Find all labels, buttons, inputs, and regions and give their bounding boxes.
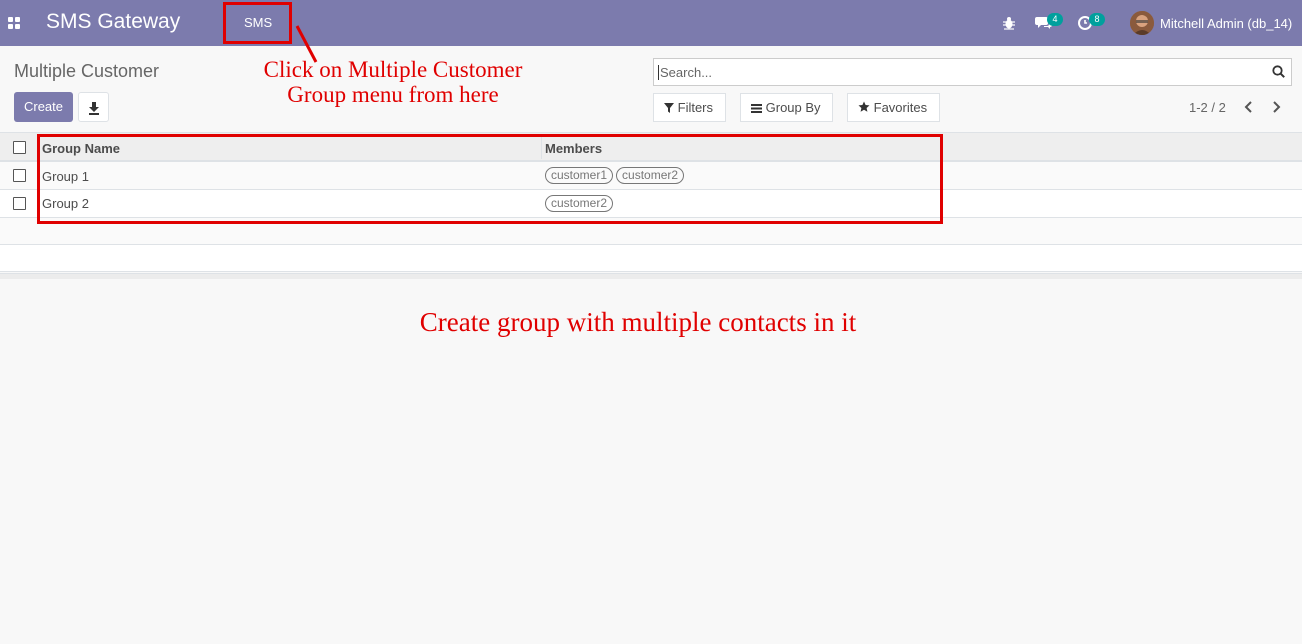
pager-value[interactable]: 1-2 / 2 bbox=[1189, 100, 1226, 115]
top-navbar: SMS Gateway SMS 4 8 Mitchell Admin (db_1… bbox=[0, 0, 1302, 46]
annotation-menu-hint-line2: Group menu from here bbox=[287, 82, 499, 107]
group-by-button[interactable]: Group By bbox=[740, 93, 833, 122]
search-input[interactable]: Search... bbox=[658, 65, 712, 80]
empty-row bbox=[0, 245, 1302, 272]
messages-count-badge: 4 bbox=[1047, 13, 1063, 26]
pager-previous-icon[interactable] bbox=[1244, 100, 1254, 117]
group-by-label: Group By bbox=[765, 100, 821, 115]
annotation-bottom-hint: Create group with multiple contacts in i… bbox=[419, 307, 857, 337]
filters-label: Filters bbox=[677, 100, 714, 115]
search-bar[interactable]: Search... bbox=[653, 58, 1292, 86]
annotation-highlight-menu bbox=[223, 2, 292, 44]
favorites-button[interactable]: Favorites bbox=[847, 93, 940, 122]
annotation-highlight-list bbox=[37, 134, 943, 224]
apps-menu-icon[interactable] bbox=[8, 17, 20, 29]
activities-count-badge: 8 bbox=[1089, 13, 1105, 26]
favorites-label: Favorites bbox=[873, 100, 928, 115]
annotation-menu-hint-line1: Click on Multiple Customer bbox=[263, 57, 523, 82]
app-title: SMS Gateway bbox=[46, 10, 181, 33]
user-menu-name[interactable]: Mitchell Admin (db_14) bbox=[1160, 16, 1292, 31]
list-bars-icon bbox=[751, 104, 762, 113]
list-footer bbox=[0, 273, 1302, 279]
export-button[interactable] bbox=[78, 92, 109, 122]
search-icon[interactable] bbox=[1272, 65, 1285, 81]
create-button[interactable]: Create bbox=[14, 92, 73, 122]
row-checkbox[interactable] bbox=[13, 197, 26, 210]
pager-next-icon[interactable] bbox=[1271, 100, 1281, 117]
user-avatar[interactable] bbox=[1130, 11, 1154, 35]
filter-icon bbox=[664, 103, 674, 113]
row-checkbox[interactable] bbox=[13, 169, 26, 182]
filters-button[interactable]: Filters bbox=[653, 93, 726, 122]
annotation-menu-hint: Click on Multiple Customer Group menu fr… bbox=[240, 57, 546, 107]
select-all-checkbox[interactable] bbox=[13, 141, 26, 154]
breadcrumb: Multiple Customer bbox=[14, 61, 160, 81]
download-icon bbox=[89, 102, 99, 115]
star-icon bbox=[858, 101, 870, 112]
debug-bug-icon[interactable] bbox=[1002, 16, 1016, 33]
